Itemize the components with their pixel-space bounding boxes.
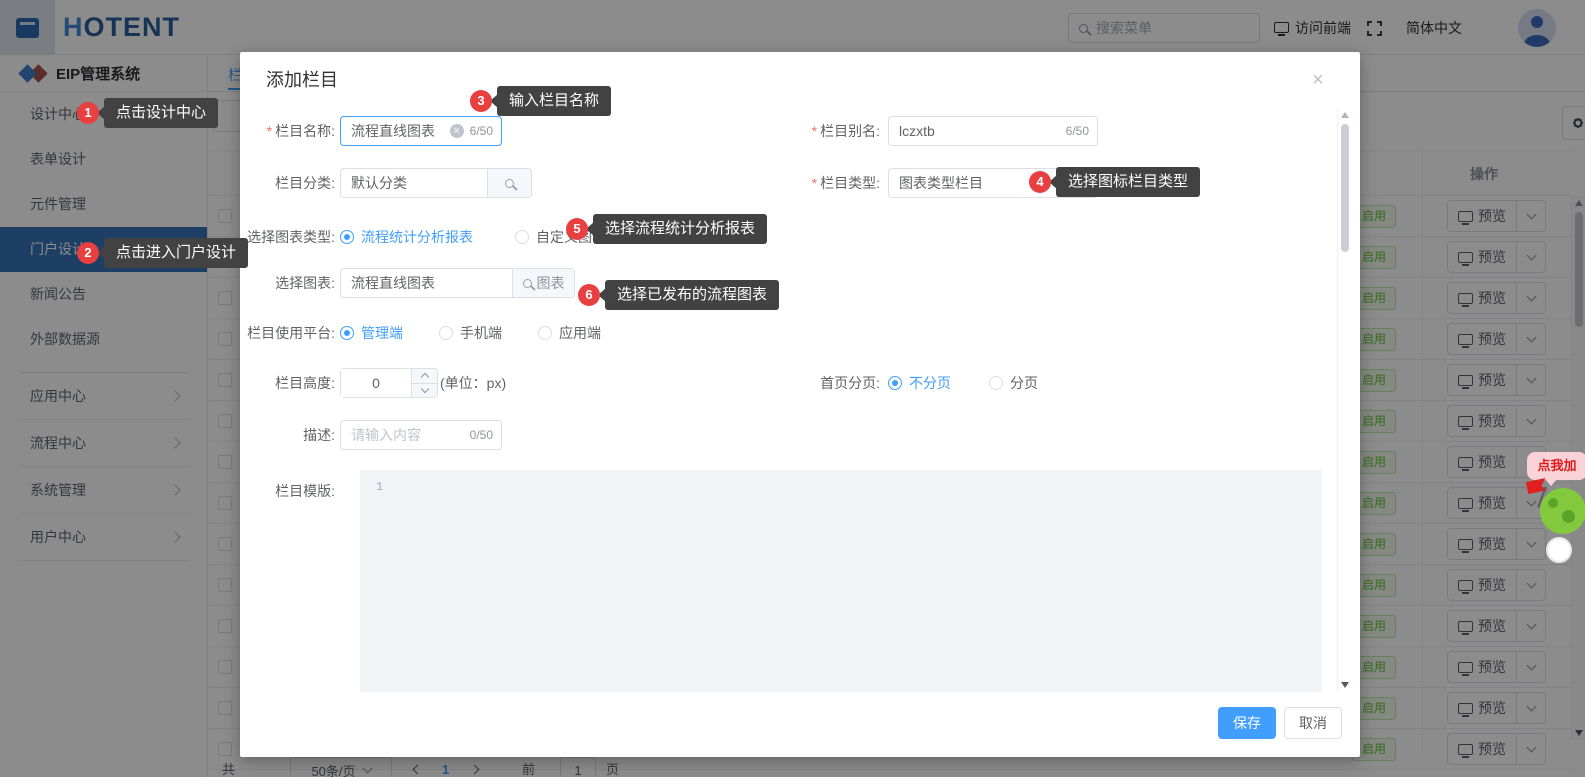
- step-badge: 2: [77, 242, 99, 264]
- platform-radios: 管理端 手机端 应用端: [340, 318, 601, 348]
- line-number: 1: [376, 480, 384, 494]
- radio-icon: [340, 326, 354, 340]
- radio-icon: [989, 376, 1003, 390]
- annotation-3: 3 输入栏目名称: [470, 86, 612, 116]
- step-badge: 4: [1029, 171, 1051, 193]
- radio-icon: [538, 326, 552, 340]
- radio-admin-platform[interactable]: 管理端: [340, 323, 403, 343]
- radio-icon: [888, 376, 902, 390]
- category-search-button[interactable]: [487, 169, 531, 197]
- platform-label: 栏目使用平台:: [247, 325, 335, 341]
- category-label: 栏目分类:: [275, 175, 335, 191]
- search-icon: [505, 178, 514, 188]
- desc-counter: 0/50: [469, 428, 493, 442]
- name-label: * 栏目名称:: [266, 123, 335, 139]
- save-button[interactable]: 保存: [1218, 707, 1276, 739]
- height-label: 栏目高度:: [275, 375, 335, 391]
- step-tooltip: 输入栏目名称: [489, 86, 612, 116]
- step-tooltip: 点击进入门户设计: [96, 238, 249, 268]
- height-stepper[interactable]: [340, 368, 438, 398]
- mascot-bubble[interactable]: 点我加: [1527, 452, 1585, 486]
- clear-icon[interactable]: [449, 124, 464, 138]
- scroll-down-icon[interactable]: [1341, 682, 1349, 688]
- desc-label: 描述:: [303, 427, 335, 443]
- radio-icon: [439, 326, 453, 340]
- name-input[interactable]: 6/50: [340, 116, 502, 146]
- radio-icon: [340, 230, 354, 244]
- scroll-up-icon[interactable]: [1341, 112, 1349, 118]
- radio-icon: [515, 230, 529, 244]
- height-unit: (单位：px): [440, 375, 507, 391]
- radio-no-paging[interactable]: 不分页: [888, 373, 951, 393]
- annotation-4: 4 选择图标栏目类型: [1029, 167, 1201, 197]
- annotation-5: 5 选择流程统计分析报表: [566, 214, 768, 244]
- close-icon[interactable]: [1308, 70, 1328, 90]
- stepper-down-button[interactable]: [412, 383, 437, 397]
- chevron-down-icon: [420, 384, 429, 393]
- category-input[interactable]: [340, 168, 532, 198]
- step-badge: 5: [566, 218, 588, 240]
- paging-radios: 不分页 分页: [888, 368, 1038, 398]
- chevron-up-icon: [420, 373, 429, 382]
- alias-counter: 6/50: [1065, 124, 1089, 138]
- type-label: * 栏目类型:: [811, 175, 880, 191]
- radio-app-platform[interactable]: 应用端: [538, 323, 601, 343]
- step-tooltip: 点击设计中心: [96, 98, 219, 128]
- mascot-body[interactable]: [1540, 488, 1585, 534]
- radio-paging[interactable]: 分页: [989, 373, 1038, 393]
- modal-title: 添加栏目: [266, 70, 338, 90]
- step-badge: 1: [77, 102, 99, 124]
- chart-input[interactable]: 图表: [340, 268, 575, 298]
- radio-mobile-platform[interactable]: 手机端: [439, 323, 502, 343]
- step-badge: 6: [578, 284, 600, 306]
- chart-select-button[interactable]: 图表: [512, 269, 574, 297]
- step-tooltip: 选择图标栏目类型: [1048, 167, 1201, 197]
- modal-scrollbar[interactable]: [1337, 108, 1351, 692]
- paging-label: 首页分页:: [820, 375, 880, 391]
- alias-label: * 栏目别名:: [811, 123, 880, 139]
- cancel-button[interactable]: 取消: [1284, 707, 1342, 739]
- step-badge: 3: [470, 90, 492, 112]
- add-column-modal: 添加栏目 *栏目名称: 6/50 *栏目别名: 6/50 栏目分类: *栏目类型…: [240, 52, 1360, 757]
- annotation-6: 6 选择已发布的流程图表: [578, 280, 780, 310]
- step-tooltip: 选择已发布的流程图表: [597, 280, 780, 310]
- alias-input[interactable]: 6/50: [888, 116, 1098, 146]
- annotation-2: 2 点击进入门户设计: [77, 238, 249, 268]
- annotation-1: 1 点击设计中心: [77, 98, 219, 128]
- chart-type-label: 选择图表类型:: [247, 229, 335, 245]
- name-counter: 6/50: [469, 124, 493, 138]
- template-label: 栏目模版:: [275, 483, 335, 499]
- step-tooltip: 选择流程统计分析报表: [585, 214, 768, 244]
- chart-label: 选择图表:: [275, 275, 335, 291]
- template-code-editor[interactable]: 1: [360, 470, 1322, 692]
- radio-process-report[interactable]: 流程统计分析报表: [340, 227, 473, 247]
- stepper-up-button[interactable]: [412, 369, 437, 384]
- app-root: HOTENT 访问前端 简体中文 EIP管理系统 设计中心 表单设计 元件管理 …: [0, 0, 1585, 777]
- search-icon: [522, 278, 532, 288]
- desc-input[interactable]: 0/50: [340, 420, 502, 450]
- scrollbar-thumb[interactable]: [1341, 124, 1349, 252]
